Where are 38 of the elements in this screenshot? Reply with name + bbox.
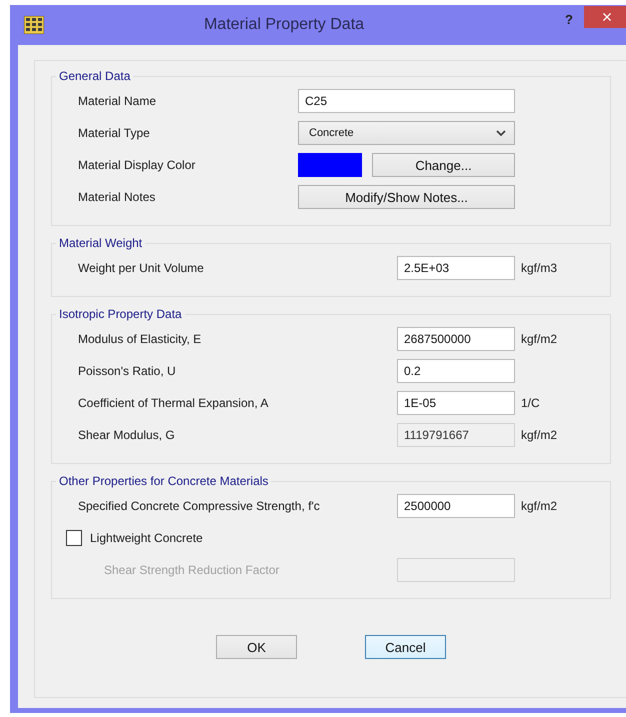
checkbox-label: Lightweight Concrete (90, 531, 203, 545)
field-label: Modulus of Elasticity, E (78, 332, 202, 346)
group-title: Isotropic Property Data (58, 307, 183, 321)
unit-label: kgf/m2 (520, 332, 558, 346)
change-button[interactable]: Change... (372, 153, 515, 177)
field-label: Material Type (78, 126, 151, 140)
dialog-button[interactable]: OK (216, 635, 297, 659)
checkbox[interactable] (66, 530, 82, 546)
input-field[interactable]: 2687500000 (397, 327, 515, 351)
input-field[interactable]: 2500000 (397, 494, 515, 518)
input-field[interactable]: C25 (298, 89, 515, 113)
grid-app-icon (24, 16, 44, 34)
input-field[interactable]: 2.5E+03 (397, 256, 515, 280)
material-type-dropdown[interactable]: Concrete (298, 121, 515, 145)
window-title: Material Property Data (202, 16, 366, 34)
unit-label: kgf/m2 (520, 428, 558, 442)
group-title: General Data (58, 69, 132, 83)
field-label: Material Name (78, 94, 158, 108)
unit-label: kgf/m3 (520, 261, 558, 275)
close-button[interactable]: × (584, 6, 626, 28)
help-button[interactable]: ? (554, 8, 584, 30)
dialog-button[interactable]: Cancel (365, 635, 446, 659)
notes-button[interactable]: Modify/Show Notes... (298, 185, 515, 209)
unit-label: 1/C (520, 396, 541, 410)
group-title: Other Properties for Concrete Materials (58, 474, 270, 488)
input-field[interactable]: 1E-05 (397, 391, 515, 415)
field-label: Coefficient of Thermal Expansion, A (78, 396, 270, 410)
field-label: Shear Strength Reduction Factor (103, 563, 280, 577)
field-label: Weight per Unit Volume (78, 261, 205, 275)
field-label: Specified Concrete Compressive Strength, f'c (78, 499, 321, 513)
group-title: Material Weight (58, 236, 144, 250)
unit-label: kgf/m2 (520, 499, 558, 513)
field-label: Poisson's Ratio, U (78, 364, 177, 378)
field-label: Shear Modulus, G (78, 428, 176, 442)
chevron-down-icon (496, 130, 506, 136)
field-label: Material Display Color (78, 158, 196, 172)
input-field[interactable]: 0.2 (397, 359, 515, 383)
field-label: Material Notes (78, 190, 156, 204)
